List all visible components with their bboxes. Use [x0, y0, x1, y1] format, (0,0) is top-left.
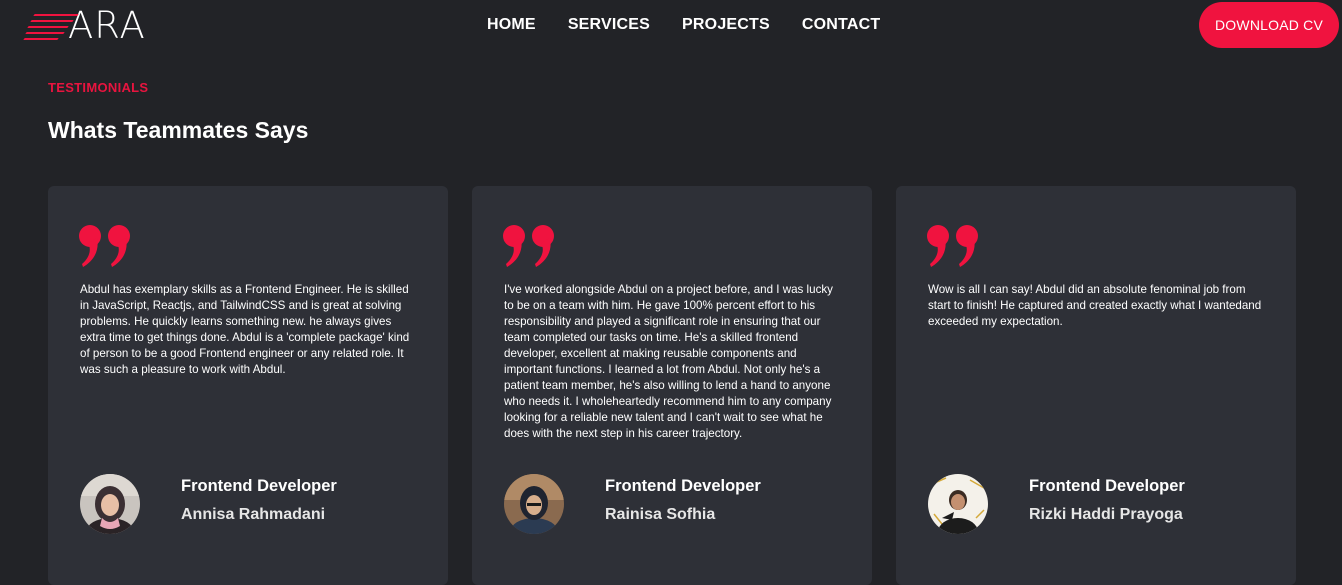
- page: ARA HOME SERVICES PROJECTS CONTACT DOWNL…: [0, 0, 1342, 585]
- testimonial-card: I've worked alongside Abdul on a project…: [472, 186, 872, 585]
- logo-stripes-icon: [23, 11, 80, 41]
- testimonial-name: Annisa Rahmadani: [181, 506, 326, 523]
- nav-contact[interactable]: CONTACT: [802, 15, 880, 35]
- nav-home[interactable]: HOME: [487, 15, 536, 35]
- nav-projects[interactable]: PROJECTS: [682, 15, 770, 35]
- quote-icon: [503, 225, 554, 267]
- quote-icon: [79, 225, 130, 267]
- avatar: [80, 474, 140, 534]
- download-cv-button[interactable]: DOWNLOAD CV: [1199, 2, 1339, 48]
- nav-services[interactable]: SERVICES: [568, 15, 650, 35]
- section-eyebrow: TESTIMONIALS: [48, 80, 149, 95]
- main-nav: HOME SERVICES PROJECTS CONTACT: [487, 15, 912, 35]
- testimonial-card: Abdul has exemplary skills as a Frontend…: [48, 186, 448, 585]
- testimonial-role: Frontend Developer: [181, 477, 337, 495]
- testimonial-quote: Abdul has exemplary skills as a Frontend…: [80, 283, 410, 376]
- testimonial-quote: I've worked alongside Abdul on a project…: [504, 283, 833, 440]
- site-logo[interactable]: ARA: [23, 7, 146, 44]
- section-title: Whats Teammates Says: [48, 117, 309, 143]
- testimonial-quote: Wow is all I can say! Abdul did an absol…: [928, 283, 1262, 328]
- testimonial-name: Rizki Haddi Prayoga: [1029, 506, 1183, 523]
- testimonial-card: Wow is all I can say! Abdul did an absol…: [896, 186, 1296, 585]
- quote-icon: [927, 225, 978, 267]
- testimonial-role: Frontend Developer: [1029, 477, 1185, 495]
- avatar: [504, 474, 564, 534]
- testimonial-name: Rainisa Sofhia: [605, 506, 716, 523]
- avatar: [928, 474, 988, 534]
- testimonial-role: Frontend Developer: [605, 477, 761, 495]
